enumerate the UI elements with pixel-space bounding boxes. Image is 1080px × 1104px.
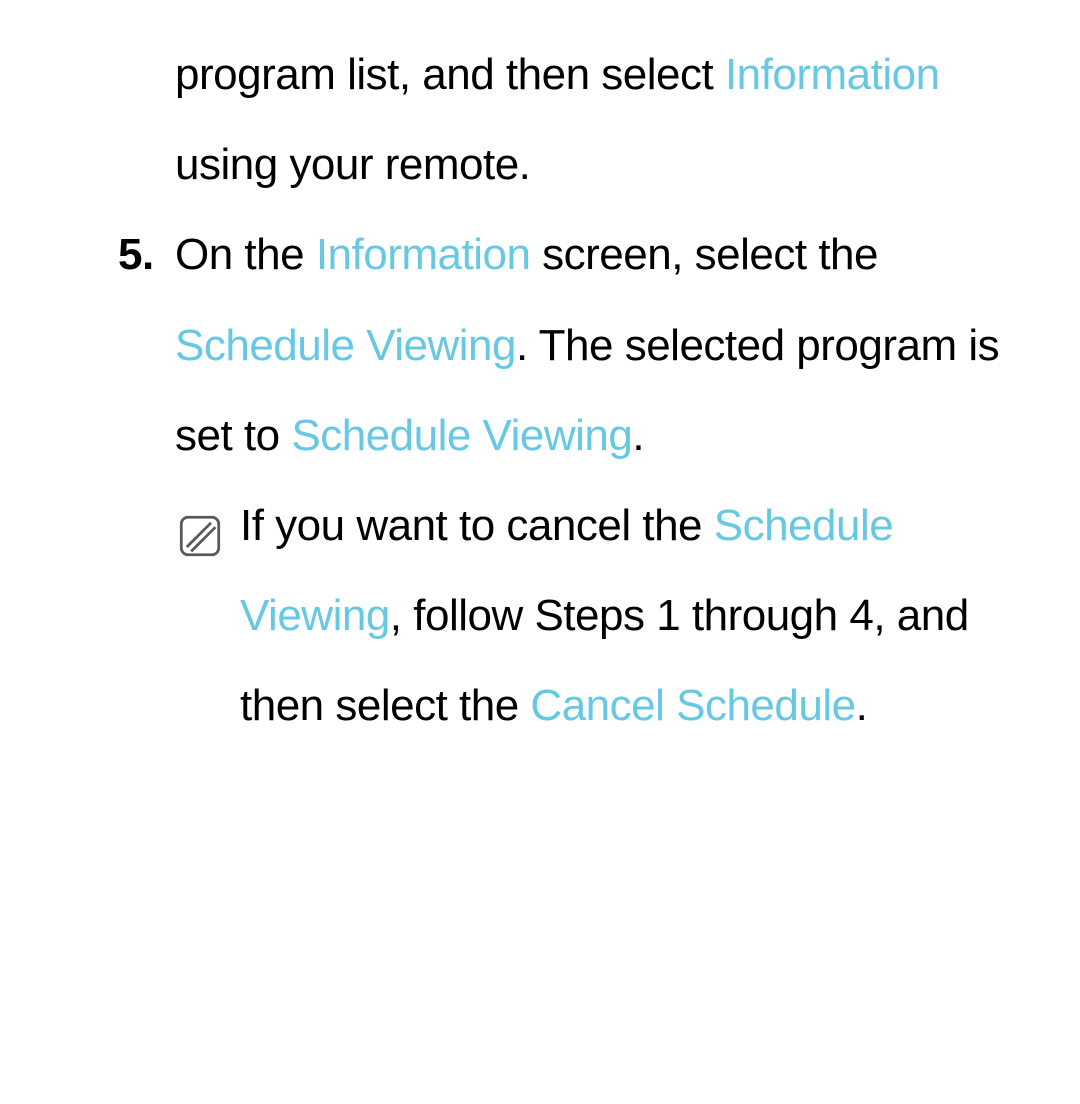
note-text-3: . <box>856 681 868 730</box>
note-text-1: If you want to cancel the <box>240 501 714 550</box>
intro-text-1: program list, and then select <box>175 50 725 99</box>
schedule-viewing-highlight-2: Schedule Viewing <box>291 411 632 460</box>
intro-text-2: using your remote. <box>175 140 530 189</box>
step-text-1: On the <box>175 230 316 279</box>
step-text-4: . <box>632 411 644 460</box>
note-icon <box>178 499 222 543</box>
step-text-2: screen, select the <box>530 230 878 279</box>
intro-paragraph: program list, and then select Informatio… <box>0 30 1080 210</box>
information-highlight-2: Information <box>316 230 531 279</box>
schedule-viewing-highlight-1: Schedule Viewing <box>175 321 516 370</box>
step-5-marker: 5. <box>118 210 154 300</box>
information-highlight-1: Information <box>725 50 940 99</box>
note-block: If you want to cancel the Schedule Viewi… <box>0 481 1080 752</box>
step-5-block: 5. On the Information screen, select the… <box>0 210 1080 481</box>
cancel-schedule-highlight: Cancel Schedule <box>530 681 855 730</box>
